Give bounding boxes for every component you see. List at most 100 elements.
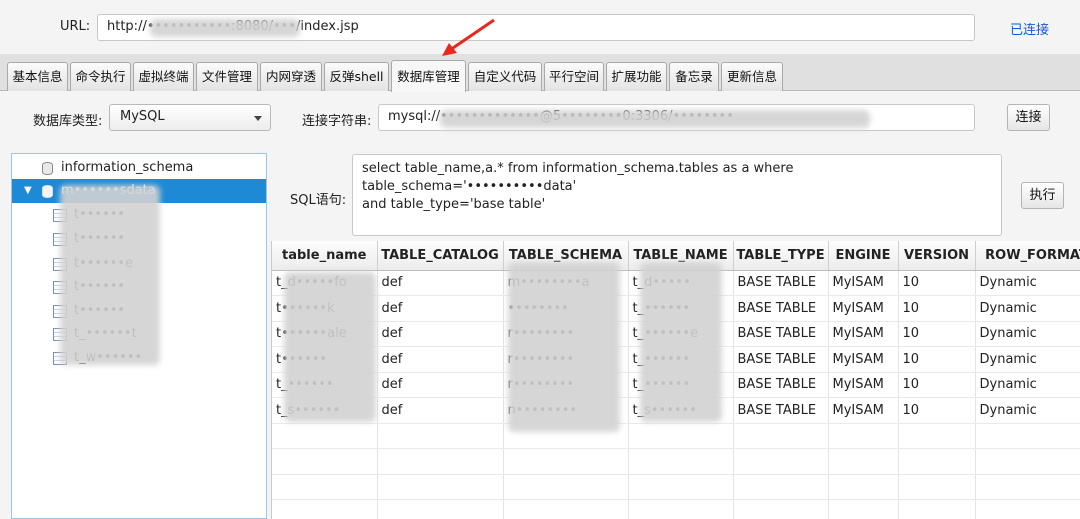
- table-cell[interactable]: [272, 499, 378, 519]
- table-cell[interactable]: r••••••••: [503, 321, 629, 347]
- table-cell[interactable]: MyISAM: [828, 270, 899, 296]
- table-cell[interactable]: BASE TABLE: [733, 295, 829, 322]
- column-header[interactable]: ENGINE: [828, 241, 899, 271]
- table-cell[interactable]: t_••••••e: [628, 321, 734, 347]
- table-row[interactable]: t••••••k def •••••••• t_•••••• BASE TABLE MyI…: [272, 295, 1080, 322]
- table-cell[interactable]: [828, 448, 899, 475]
- table-cell[interactable]: 10: [898, 346, 976, 373]
- tree-table-item[interactable]: t_w••••••: [12, 346, 266, 370]
- table-cell[interactable]: def: [377, 295, 504, 322]
- execute-button[interactable]: 执行: [1021, 182, 1064, 209]
- tab-basic-info[interactable]: 基本信息: [7, 62, 68, 91]
- column-header[interactable]: ROW_FORMAT: [975, 241, 1080, 271]
- tab-database-manager[interactable]: 数据库管理: [391, 60, 466, 92]
- table-cell[interactable]: [975, 423, 1080, 449]
- table-cell[interactable]: [733, 474, 829, 500]
- table-cell[interactable]: [628, 423, 734, 449]
- table-cell[interactable]: t••••••k: [272, 295, 378, 322]
- table-row[interactable]: t_s•••••• def n•••••••• t_s•••••• BASE TABLE…: [272, 397, 1080, 424]
- tree-table-item[interactable]: t••••••: [12, 203, 266, 227]
- table-cell[interactable]: [503, 499, 629, 519]
- connection-string-input[interactable]: mysql://•••••••••••••@5••••••••0:3306/••…: [378, 104, 975, 131]
- tab-intranet-tunnel[interactable]: 内网穿透: [260, 62, 322, 91]
- table-cell[interactable]: [628, 448, 734, 475]
- table-cell[interactable]: [828, 499, 899, 519]
- column-header[interactable]: TABLE_TYPE: [733, 241, 829, 271]
- table-cell[interactable]: [828, 423, 899, 449]
- table-cell[interactable]: Dynamic: [975, 397, 1080, 424]
- table-cell[interactable]: t_••••••: [272, 372, 378, 398]
- tree-table-item[interactable]: t••••••: [12, 227, 266, 251]
- tab-custom-code[interactable]: 自定义代码: [468, 62, 542, 91]
- tree-db-information-schema[interactable]: information_schema: [12, 156, 266, 180]
- table-cell[interactable]: [272, 423, 378, 449]
- table-cell[interactable]: def: [377, 346, 504, 373]
- column-header[interactable]: table_name: [272, 241, 378, 271]
- table-cell[interactable]: [377, 474, 504, 500]
- db-type-select[interactable]: MySQL: [109, 104, 271, 131]
- table-cell[interactable]: Dynamic: [975, 270, 1080, 296]
- table-cell[interactable]: MyISAM: [828, 295, 899, 322]
- table-cell[interactable]: [898, 448, 976, 475]
- table-row[interactable]: [272, 474, 1080, 500]
- table-cell[interactable]: def: [377, 321, 504, 347]
- table-cell[interactable]: BASE TABLE: [733, 372, 829, 398]
- table-cell[interactable]: def: [377, 372, 504, 398]
- result-grid[interactable]: table_name TABLE_CATALOG TABLE_SCHEMA TA…: [271, 241, 1080, 519]
- table-cell[interactable]: [975, 474, 1080, 500]
- table-cell[interactable]: [272, 474, 378, 500]
- table-cell[interactable]: n••••••••: [503, 397, 629, 424]
- table-cell[interactable]: [503, 474, 629, 500]
- table-cell[interactable]: 10: [898, 270, 976, 296]
- table-cell[interactable]: [377, 499, 504, 519]
- tab-virtual-terminal[interactable]: 虚拟终端: [133, 62, 194, 91]
- table-row[interactable]: t••••••ale def r•••••••• t_••••••e BASE TABL…: [272, 321, 1080, 347]
- table-cell[interactable]: [272, 448, 378, 475]
- database-tree[interactable]: information_schema ▼ m••••••sdata t•••••…: [11, 153, 267, 519]
- tree-table-item[interactable]: t••••••: [12, 275, 266, 299]
- table-cell[interactable]: [503, 448, 629, 475]
- table-cell[interactable]: 10: [898, 372, 976, 398]
- sql-input[interactable]: select table_name,a.* from information_s…: [352, 154, 1002, 236]
- table-row[interactable]: t_d•••••fo def m••••••••a t_d••••• BASE TABL…: [272, 270, 1080, 296]
- table-cell[interactable]: [733, 423, 829, 449]
- table-cell[interactable]: Dynamic: [975, 295, 1080, 322]
- table-cell[interactable]: [898, 499, 976, 519]
- table-cell[interactable]: BASE TABLE: [733, 346, 829, 373]
- table-cell[interactable]: MyISAM: [828, 372, 899, 398]
- table-cell[interactable]: t••••••ale: [272, 321, 378, 347]
- table-cell[interactable]: 10: [898, 295, 976, 322]
- column-header[interactable]: VERSION: [898, 241, 976, 271]
- url-input[interactable]: http://•••••••••••:8080/•••/index.jsp: [97, 14, 975, 41]
- table-row[interactable]: [272, 423, 1080, 449]
- column-header[interactable]: TABLE_NAME: [628, 241, 734, 271]
- table-cell[interactable]: t_••••••: [628, 295, 734, 322]
- table-cell[interactable]: MyISAM: [828, 346, 899, 373]
- table-cell[interactable]: [898, 474, 976, 500]
- table-cell[interactable]: Dynamic: [975, 346, 1080, 373]
- table-cell[interactable]: BASE TABLE: [733, 270, 829, 296]
- tree-table-item[interactable]: t••••••: [12, 299, 266, 323]
- tree-db-selected[interactable]: ▼ m••••••sdata: [12, 179, 266, 203]
- table-cell[interactable]: [733, 499, 829, 519]
- table-cell[interactable]: def: [377, 270, 504, 296]
- table-row[interactable]: [272, 499, 1080, 519]
- table-cell[interactable]: [377, 448, 504, 475]
- tab-file-manager[interactable]: 文件管理: [196, 62, 258, 91]
- table-cell[interactable]: r••••••••: [503, 346, 629, 373]
- table-cell[interactable]: BASE TABLE: [733, 321, 829, 347]
- table-row[interactable]: t_•••••• def r•••••••• t_•••••• BASE TABLE My…: [272, 372, 1080, 398]
- tab-memo[interactable]: 备忘录: [669, 62, 719, 91]
- table-cell[interactable]: r••••••••: [503, 372, 629, 398]
- table-cell[interactable]: [975, 448, 1080, 475]
- table-cell[interactable]: [628, 474, 734, 500]
- table-cell[interactable]: t••••••: [272, 346, 378, 373]
- table-cell[interactable]: t_d•••••fo: [272, 270, 378, 296]
- table-cell[interactable]: [828, 474, 899, 500]
- tree-table-item[interactable]: t_••••••t: [12, 322, 266, 346]
- tab-reverse-shell[interactable]: 反弹shell: [324, 62, 389, 91]
- tab-update-info[interactable]: 更新信息: [721, 62, 783, 91]
- expand-arrow-icon[interactable]: ▼: [24, 179, 32, 203]
- table-cell[interactable]: ••••••••: [503, 295, 629, 322]
- table-row[interactable]: [272, 448, 1080, 475]
